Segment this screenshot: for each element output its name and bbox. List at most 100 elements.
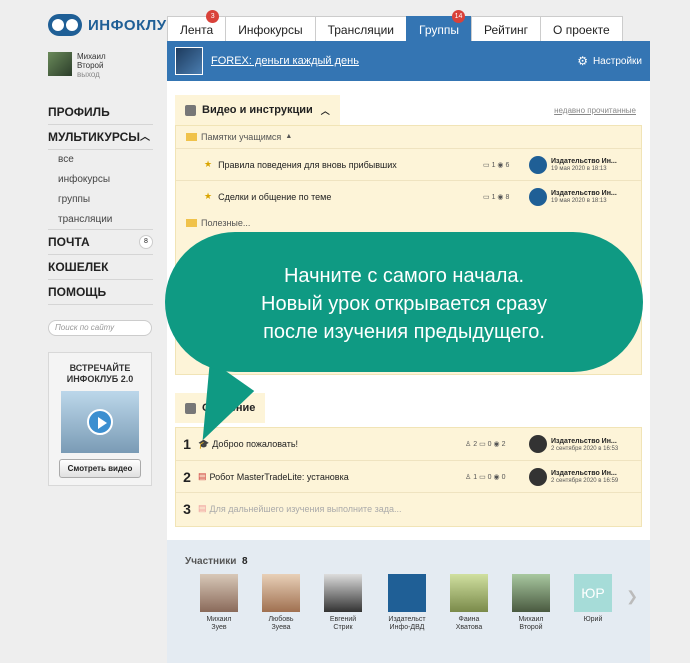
list-item[interactable]: ★ Правила поведения для вновь прибывших …: [176, 148, 641, 180]
member-last-name: Инфо-ДВД: [389, 624, 425, 631]
item-author[interactable]: Издательство Ин... 19 мая 2020 в 18:13: [529, 187, 641, 206]
sidebar-item-wallet[interactable]: КОШЕЛЕК: [48, 255, 153, 280]
comments-count: 1: [491, 161, 496, 169]
play-icon[interactable]: [87, 409, 113, 435]
post-date: 2 сентября 2020 в 16:59: [551, 478, 619, 484]
sidebar-sub-broadcasts[interactable]: трансляции: [48, 210, 153, 230]
sidebar-sub-all[interactable]: все: [48, 150, 153, 170]
folder-useful[interactable]: Полезные...: [176, 212, 641, 234]
sidebar-item-multicourses[interactable]: МУЛЬТИКУРСЫ ︿: [48, 125, 153, 150]
comments-count: 1: [491, 193, 496, 201]
user-first-name[interactable]: Михаил: [77, 52, 106, 61]
item-author[interactable]: Издательство Ин... 2 сентября 2020 в 16:5…: [529, 435, 641, 453]
member-card[interactable]: Любовь Зуева: [253, 574, 309, 632]
member-card[interactable]: Михаил Зуев: [191, 574, 247, 632]
owl-logo-icon: [48, 14, 82, 36]
lesson-number: 2: [183, 468, 191, 485]
group-thumbnail[interactable]: [175, 47, 203, 75]
user-block: Михаил Второй выход: [48, 52, 106, 79]
sidebar-sub-groups[interactable]: группы: [48, 190, 153, 210]
member-first-name: Евгений: [329, 616, 357, 623]
item-author[interactable]: Издательство Ин... 19 мая 2020 в 18:13: [529, 155, 641, 174]
sidebar-item-label: КОШЕЛЕК: [48, 259, 109, 274]
lesson-title[interactable]: Доброо пожаловать!: [212, 439, 465, 449]
lesson-row[interactable]: 1 🎓 Доброо пожаловать! ♙ 2 ▭ 0 ◉ 2 Издат…: [176, 428, 641, 460]
sidebar-item-label: ПОЧТА: [48, 234, 90, 249]
member-photo: [512, 574, 550, 612]
member-card[interactable]: Евгений Стрик: [315, 574, 371, 632]
group-name-link[interactable]: FOREX: деньги каждый день: [211, 55, 577, 67]
search-input[interactable]: Поиск по сайту: [48, 320, 152, 336]
post-date: 19 мая 2020 в 18:13: [551, 198, 607, 204]
logout-link[interactable]: выход: [77, 70, 106, 79]
item-stats: ♙ 1 ▭ 0 ◉ 0: [465, 473, 506, 481]
tab-broadcasts[interactable]: Трансляции: [314, 16, 407, 42]
avatar: [529, 155, 547, 174]
views-count: 0: [501, 473, 506, 481]
comments-count: 0: [487, 473, 492, 481]
mail-count-badge: 8: [139, 235, 153, 249]
lesson-title: Для дальнейшего изучения выполните зада.…: [209, 503, 402, 514]
member-photo: [388, 574, 426, 612]
brand-name: ИНФОКЛУБ: [88, 16, 178, 34]
tab-rating[interactable]: Рейтинг: [470, 16, 542, 42]
post-date: 19 мая 2020 в 18:13: [551, 166, 607, 172]
post-date: 2 сентября 2020 в 16:53: [551, 445, 619, 452]
sidebar-sub-infocourses[interactable]: инфокурсы: [48, 170, 153, 190]
logo[interactable]: ИНФОКЛУБ: [48, 14, 178, 36]
sidebar-nav: ПРОФИЛЬ МУЛЬТИКУРСЫ ︿ все инфокурсы групп…: [48, 100, 153, 305]
sidebar-item-label: МУЛЬТИКУРСЫ: [48, 129, 140, 144]
item-title[interactable]: Правила поведения для вновь прибывших: [218, 160, 483, 170]
chevron-up-icon: ︿: [320, 105, 330, 116]
document-icon: ▤: [198, 503, 207, 513]
item-stats: ♙ 2 ▭ 0 ◉ 2: [465, 441, 506, 448]
member-initials-avatar: ЮР: [574, 574, 612, 612]
tab-label: О проекте: [553, 23, 610, 37]
settings-link[interactable]: Настройки: [593, 56, 642, 67]
item-author[interactable]: Издательство Ин... 2 сентября 2020 в 16:5…: [529, 467, 641, 486]
member-card[interactable]: Издательст Инфо-ДВД: [379, 574, 435, 632]
avatar[interactable]: [48, 52, 72, 76]
gear-icon[interactable]: ⚙: [577, 54, 588, 68]
member-last-name: Стрик: [333, 624, 353, 631]
comments-count: 0: [487, 441, 492, 448]
item-title[interactable]: Сделки и общение по теме: [218, 192, 483, 202]
training-panel: 1 🎓 Доброо пожаловать! ♙ 2 ▭ 0 ◉ 2 Издат…: [175, 427, 642, 527]
tab-infocourses[interactable]: Инфокурсы: [225, 16, 316, 42]
member-first-name: Издательст: [388, 616, 426, 623]
members-section: Участники 8 Михаил Зуев Любовь Зуева Евген…: [167, 540, 650, 663]
star-icon: ★: [204, 191, 213, 201]
recently-read-link[interactable]: недавно прочитанные: [554, 106, 636, 115]
tab-label: Группы: [419, 23, 459, 37]
sidebar-item-mail[interactable]: ПОЧТА 8: [48, 230, 153, 255]
promo-box: ВСТРЕЧАЙТЕ ИНФОКЛУБ 2.0 Смотреть видео: [48, 352, 152, 486]
promo-video-thumbnail[interactable]: [61, 391, 139, 453]
folder-memos[interactable]: Памятки учащимся ▲: [176, 126, 641, 148]
member-card[interactable]: Фаина Хватова: [441, 574, 497, 632]
folder-label: Полезные...: [201, 218, 251, 228]
section-header-videos[interactable]: Видео и инструкции ︿: [175, 95, 340, 125]
students-count: 1: [473, 473, 478, 481]
author-name: Издательство Ин...: [551, 470, 617, 477]
member-photo: [324, 574, 362, 612]
avatar: [529, 187, 547, 206]
member-photo: [450, 574, 488, 612]
lesson-row[interactable]: 2 ▤ Робот MasterTradeLite: установка ♙ 1…: [176, 460, 641, 492]
member-first-name: Юрий: [583, 616, 603, 623]
watch-video-button[interactable]: Смотреть видео: [58, 459, 142, 478]
lesson-title[interactable]: Робот MasterTradeLite: установка: [210, 472, 465, 482]
avatar: [529, 435, 547, 453]
tab-about[interactable]: О проекте: [540, 16, 623, 42]
list-item[interactable]: ★ Сделки и общение по теме ▭ 1 ◉ 8 Издат…: [176, 180, 641, 212]
tab-feed[interactable]: Лента 3: [167, 10, 227, 42]
sidebar-item-profile[interactable]: ПРОФИЛЬ: [48, 100, 153, 125]
document-icon: ▤: [198, 471, 207, 481]
chevron-right-icon[interactable]: ❯: [626, 588, 638, 605]
sidebar-item-help[interactable]: ПОМОЩЬ: [48, 280, 153, 305]
user-last-name[interactable]: Второй: [77, 61, 106, 70]
tab-groups[interactable]: Группы 14: [406, 10, 472, 42]
member-card[interactable]: Михаил Второй: [503, 574, 559, 632]
members-title[interactable]: Участники 8: [185, 556, 248, 567]
member-card[interactable]: ЮР Юрий: [565, 574, 621, 624]
views-count: 6: [505, 161, 510, 169]
